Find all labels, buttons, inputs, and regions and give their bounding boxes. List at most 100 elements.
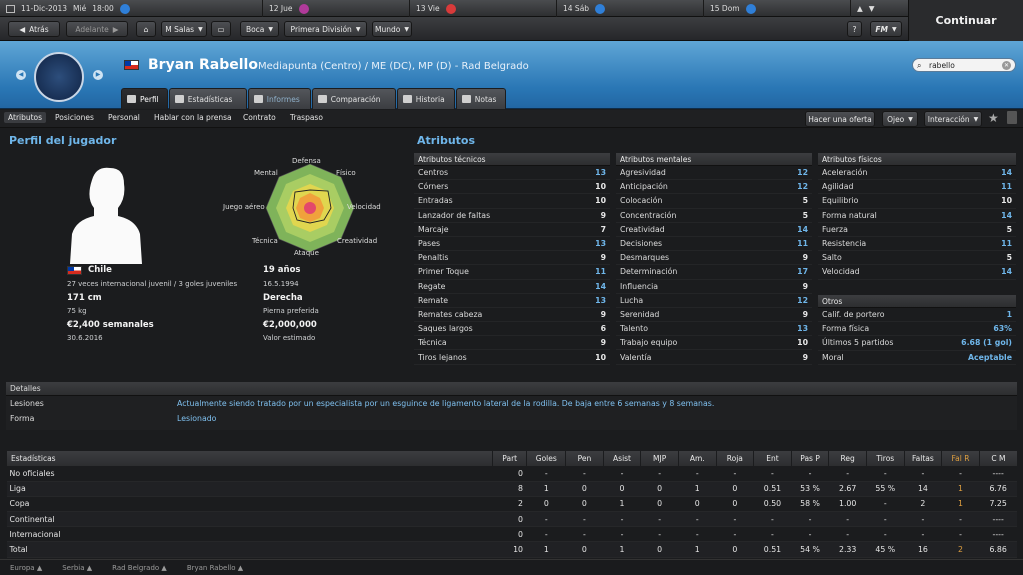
stats-column-header[interactable]: Estadísticas (6, 451, 493, 466)
stats-column-header[interactable]: Faltas (903, 451, 942, 466)
breadcrumb-item[interactable]: Europa ▲ (10, 564, 42, 572)
home-button[interactable]: ⌂ (136, 21, 156, 37)
attribute-row[interactable]: Lucha 12 (616, 294, 812, 308)
nationality[interactable]: Chile (88, 265, 112, 275)
attribute-row[interactable]: Técnica 9 (414, 336, 610, 351)
stats-column-header[interactable]: Roja (715, 451, 754, 466)
tab-historia[interactable]: Historia (396, 88, 455, 109)
attribute-row[interactable]: Penaltis 9 (414, 251, 610, 266)
club-crest[interactable] (34, 52, 84, 102)
stats-column-header[interactable]: Reg (828, 451, 867, 466)
continue-button[interactable]: Continuar (908, 0, 1023, 41)
attribute-row[interactable]: Moral Aceptable (818, 351, 1016, 365)
attribute-row[interactable]: Aceleración 14 (818, 166, 1016, 181)
stats-column-header[interactable]: Ent (753, 451, 792, 466)
breadcrumb-item[interactable]: Rad Belgrado ▲ (112, 564, 167, 572)
attribute-row[interactable]: Forma natural 14 (818, 209, 1016, 223)
attribute-row[interactable]: Marcaje 7 (414, 223, 610, 237)
stats-column-header[interactable]: MJP (640, 451, 679, 466)
attribute-row[interactable]: Equilibrio 10 (818, 194, 1016, 209)
attribute-row[interactable]: Valentía 9 (616, 350, 812, 365)
stats-column-header[interactable]: Am. (677, 451, 717, 466)
search-input[interactable]: ⌕ rabello ✕ (912, 58, 1016, 72)
attribute-row[interactable]: Lanzador de faltas 9 (414, 209, 610, 223)
attribute-row[interactable]: Velocidad 14 (818, 265, 1016, 280)
table-row[interactable]: Total 10 1 0 1 0 1 0 0.51 54 % 2.33 45 % 16 2 6.86 (6, 541, 1017, 558)
stats-column-header[interactable]: Asist (602, 451, 641, 466)
day-slot[interactable]: 15 Dom (703, 0, 850, 17)
attribute-row[interactable]: Calif. de portero 1 (818, 308, 1016, 323)
subnav-press[interactable]: Hablar con la prensa (154, 113, 232, 122)
chevron-down-icon[interactable]: ▼ (869, 4, 875, 13)
attribute-row[interactable]: Agresividad 12 (616, 166, 812, 181)
subnav-posiciones[interactable]: Posiciones (55, 113, 94, 122)
tab-perfil[interactable]: Perfil (121, 88, 168, 109)
stats-column-header[interactable]: Goles (526, 451, 566, 466)
attribute-row[interactable]: Concentración 5 (616, 209, 812, 223)
attribute-row[interactable]: Saques largos 6 (414, 322, 610, 337)
attribute-row[interactable]: Creatividad 14 (616, 223, 812, 237)
next-player-icon[interactable]: ▶ (93, 70, 103, 80)
forward-button[interactable]: Adelante ▶ (66, 21, 128, 37)
attribute-row[interactable]: Forma física 63% (818, 322, 1016, 337)
subnav-traspaso[interactable]: Traspaso (290, 113, 323, 122)
attribute-row[interactable]: Entradas 10 (414, 194, 610, 209)
attribute-row[interactable]: Pases 13 (414, 237, 610, 252)
attribute-row[interactable]: Decisiones 11 (616, 237, 812, 252)
stats-column-header[interactable]: Part (491, 451, 527, 466)
stats-column-header[interactable]: C M (978, 451, 1017, 466)
fm-menu[interactable]: FM ▼ (870, 21, 902, 37)
club-menu[interactable]: Boca ▼ (240, 21, 279, 37)
attribute-row[interactable]: Regate 14 (414, 280, 610, 294)
document-icon[interactable] (1007, 111, 1017, 124)
attribute-row[interactable]: Últimos 5 partidos 6.68 (1 gol) (818, 336, 1016, 351)
attribute-row[interactable]: Trabajo equipo 10 (616, 336, 812, 351)
tab-comparacion[interactable]: Comparación (311, 88, 396, 109)
help-button[interactable]: ? (847, 21, 862, 37)
table-row[interactable]: Internacional 0- - - - - - - - - - - - ---- (6, 526, 1017, 543)
attribute-row[interactable]: Determinación 17 (616, 265, 812, 280)
attribute-row[interactable]: Remates cabeza 9 (414, 308, 610, 323)
breadcrumb-item[interactable]: Serbia ▲ (62, 564, 92, 572)
inbox-button[interactable]: ▭ (211, 21, 231, 37)
tab-informes[interactable]: Informes (247, 88, 311, 109)
previous-player-icon[interactable]: ◀ (16, 70, 26, 80)
table-row[interactable]: Liga 8 1 0 0 0 1 0 0.51 53 % 2.67 55 % 14 1 6.76 (6, 481, 1017, 497)
injury-text[interactable]: Actualmente siendo tratado por un especi… (177, 399, 714, 408)
attribute-row[interactable]: Talento 13 (616, 322, 812, 337)
chevron-up-icon[interactable]: ▲ (857, 4, 863, 13)
interaction-menu[interactable]: Interacción ▼ (924, 111, 982, 127)
clear-icon[interactable]: ✕ (1002, 61, 1011, 70)
attribute-row[interactable]: Resistencia 11 (818, 237, 1016, 252)
table-row[interactable]: Continental 0- - - - - - - - - - - - ---- (6, 511, 1017, 528)
day-slot[interactable]: 13 Vie (409, 0, 556, 17)
attribute-row[interactable]: Fuerza 5 (818, 223, 1016, 237)
stats-column-header[interactable]: Pen (565, 451, 604, 466)
subnav-contrato[interactable]: Contrato (243, 113, 276, 122)
attribute-row[interactable]: Centros 13 (414, 166, 610, 181)
attribute-row[interactable]: Tiros lejanos 10 (414, 350, 610, 365)
attribute-row[interactable]: Colocación 5 (616, 194, 812, 209)
stats-column-header[interactable]: Tiros (865, 451, 905, 466)
table-row[interactable]: Copa 2 0 0 1 0 0 0 0.50 58 % 1.00-2 1 7.25 (6, 496, 1017, 513)
stats-column-header[interactable]: Fal R (941, 451, 980, 466)
attribute-row[interactable]: Primer Toque 11 (414, 265, 610, 280)
breadcrumb-item[interactable]: Bryan Rabello ▲ (187, 564, 243, 572)
subnav-atributos[interactable]: Atributos (4, 112, 47, 123)
competition-menu[interactable]: Primera División ▼ (284, 21, 367, 37)
tab-estadisticas[interactable]: Estadísticas (168, 88, 247, 109)
world-menu[interactable]: Mundo ▼ (372, 21, 412, 37)
attribute-row[interactable]: Agilidad 11 (818, 180, 1016, 195)
attribute-row[interactable]: Anticipación 12 (616, 180, 812, 195)
day-slot[interactable]: 12 Jue (262, 0, 409, 17)
attribute-row[interactable]: Influencia 9 (616, 280, 812, 294)
manager-menu[interactable]: M Salas ▼ (161, 21, 207, 37)
day-slot[interactable]: 14 Sáb (556, 0, 703, 17)
make-offer-button[interactable]: Hacer una oferta (805, 111, 875, 127)
table-row[interactable]: No oficiales 0- - - - - - - - - - - - ---- (6, 466, 1017, 482)
attribute-row[interactable]: Salto 5 (818, 251, 1016, 266)
attribute-row[interactable]: Córners 10 (414, 180, 610, 195)
attribute-row[interactable]: Remate 13 (414, 294, 610, 308)
current-date[interactable]: 11-Dic-2013 Mié 18:00 (0, 0, 262, 17)
back-button[interactable]: ◀ Atrás (8, 21, 60, 37)
